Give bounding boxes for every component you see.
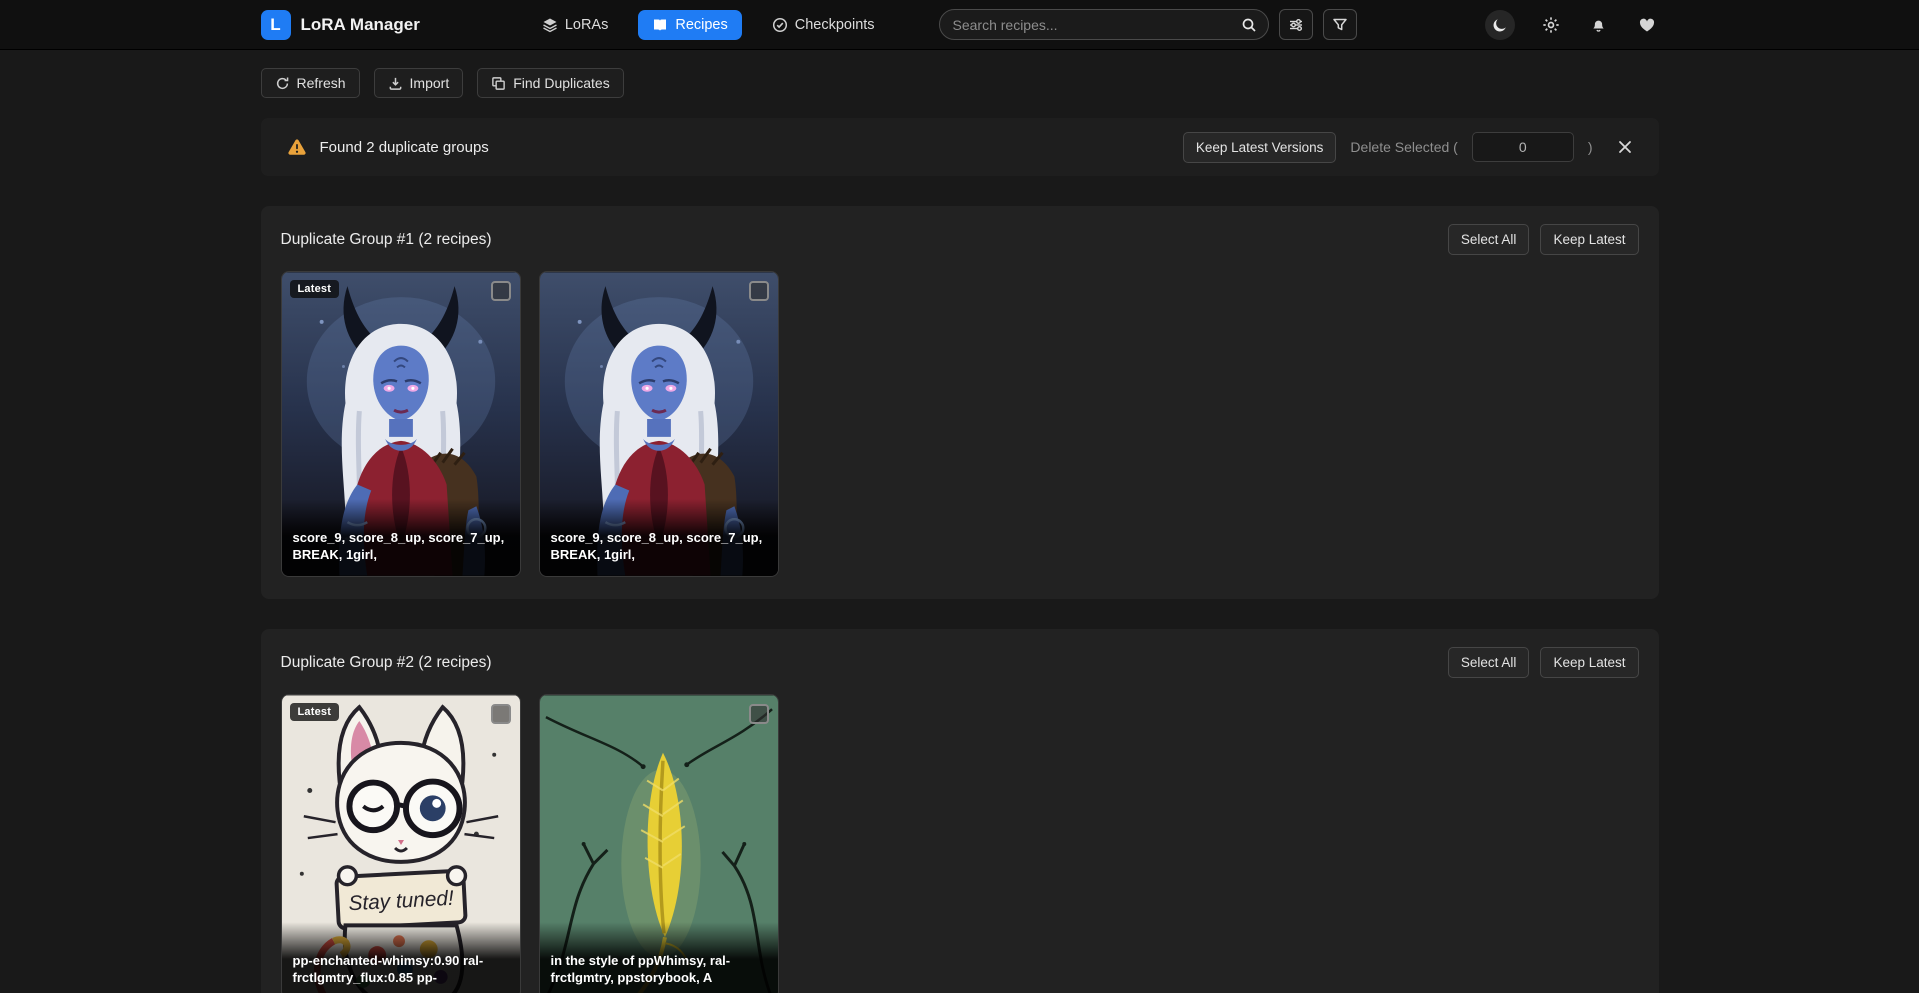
recipe-card[interactable]: in the style of ppWhimsy, ral-frctlgmtry… [539,694,779,993]
find-duplicates-label: Find Duplicates [513,75,610,91]
refresh-button[interactable]: Refresh [261,68,360,98]
tab-loras[interactable]: LoRAs [538,10,613,40]
main-content: Refresh Import Find Duplicates Found 2 d… [261,68,1659,993]
card-caption: score_9, score_8_up, score_7_up, BREAK, … [540,499,778,576]
tab-label: Recipes [675,17,727,33]
import-icon [388,76,403,91]
refresh-label: Refresh [297,75,346,91]
bell-icon[interactable] [1587,13,1611,37]
tab-label: LoRAs [565,17,609,33]
app-title: LoRA Manager [301,15,420,35]
banner-message: Found 2 duplicate groups [320,139,489,156]
book-icon [652,17,668,33]
group-title: Duplicate Group #2 (2 recipes) [281,654,492,672]
sliders-icon[interactable] [1279,9,1313,40]
duplicate-group-2: Duplicate Group #2 (2 recipes) Select Al… [261,629,1659,993]
search-box [939,9,1269,40]
delete-selected-suffix: ) [1588,139,1593,155]
checkpoint-icon [772,17,788,33]
search-input[interactable] [953,17,1236,33]
keep-latest-button[interactable]: Keep Latest [1540,647,1638,678]
find-duplicates-button[interactable]: Find Duplicates [477,68,624,98]
keep-latest-versions-button[interactable]: Keep Latest Versions [1183,132,1337,163]
latest-badge: Latest [290,280,340,298]
duplicate-icon [491,76,506,91]
select-all-button[interactable]: Select All [1448,224,1530,255]
card-caption: in the style of ppWhimsy, ral-frctlgmtry… [540,922,778,993]
recipe-card[interactable]: Latest pp-enchanted-whimsy:0.90 ral-frct… [281,694,521,993]
recipe-card[interactable]: Latest score_9, score_8_up, score_7_up, … [281,271,521,577]
warning-icon [287,137,307,157]
import-button[interactable]: Import [374,68,464,98]
navbar: L LoRA Manager LoRAs Recipes Checkpoints [0,0,1919,50]
card-checkbox[interactable] [749,704,769,724]
nav-right-icons [1485,10,1659,40]
funnel-icon[interactable] [1323,9,1357,40]
card-checkbox[interactable] [749,281,769,301]
layers-icon [542,17,558,33]
nav-tabs: LoRAs Recipes Checkpoints [538,10,879,40]
recipe-card[interactable]: score_9, score_8_up, score_7_up, BREAK, … [539,271,779,577]
app-logo[interactable]: L [261,10,291,40]
group-title: Duplicate Group #1 (2 recipes) [281,231,492,249]
close-icon[interactable] [1617,139,1633,155]
duplicates-banner: Found 2 duplicate groups Keep Latest Ver… [261,118,1659,176]
card-caption: pp-enchanted-whimsy:0.90 ral-frctlgmtry_… [282,922,520,993]
card-checkbox[interactable] [491,704,511,724]
import-label: Import [410,75,450,91]
heart-icon[interactable] [1635,13,1659,37]
keep-latest-button[interactable]: Keep Latest [1540,224,1638,255]
tab-checkpoints[interactable]: Checkpoints [768,10,879,40]
card-grid: Latest pp-enchanted-whimsy:0.90 ral-frct… [281,694,1639,993]
card-grid: Latest score_9, score_8_up, score_7_up, … [281,271,1639,577]
card-checkbox[interactable] [491,281,511,301]
refresh-icon [275,76,290,91]
card-caption: score_9, score_8_up, score_7_up, BREAK, … [282,499,520,576]
delete-count-input[interactable] [1472,132,1574,162]
latest-badge: Latest [290,703,340,721]
select-all-button[interactable]: Select All [1448,647,1530,678]
gear-icon[interactable] [1539,13,1563,37]
duplicate-group-1: Duplicate Group #1 (2 recipes) Select Al… [261,206,1659,599]
tab-label: Checkpoints [795,17,875,33]
moon-icon[interactable] [1485,10,1515,40]
delete-selected-prefix: Delete Selected ( [1350,139,1457,155]
toolbar: Refresh Import Find Duplicates [261,68,1659,98]
search-icon[interactable] [1236,12,1262,38]
tab-recipes[interactable]: Recipes [638,10,741,40]
